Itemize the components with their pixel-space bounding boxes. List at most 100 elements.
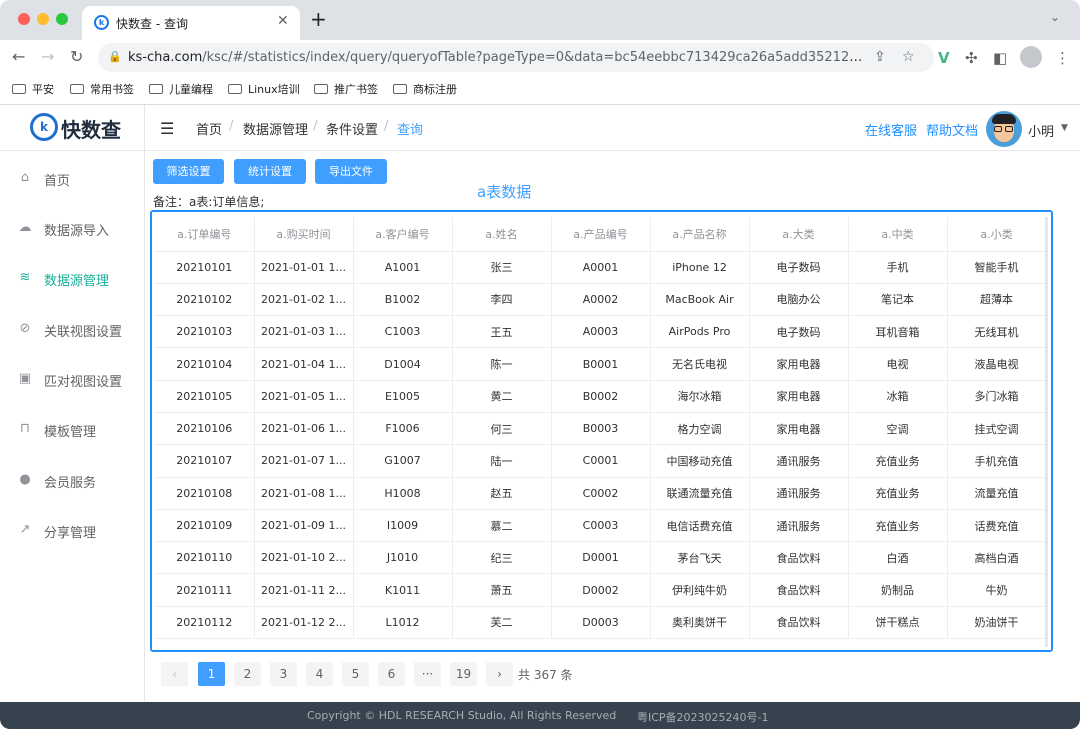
extensions-puzzle-icon[interactable]: ✣ [965, 49, 978, 67]
vertical-scrollbar[interactable] [1045, 217, 1048, 647]
sidebar-item-match-view[interactable]: ▣ 匹对视图设置 [0, 355, 145, 405]
next-page-button[interactable]: › [486, 662, 513, 686]
bookmark-star-icon[interactable]: ☆ [902, 49, 915, 65]
column-header[interactable]: a.产品编号 [551, 217, 651, 252]
tab-search-chevron-icon[interactable]: ⌄ [1050, 10, 1060, 24]
table-cell: B0001 [551, 347, 651, 381]
table-cell: J1010 [353, 541, 453, 575]
bag-icon: ⊓ [19, 421, 31, 436]
sidebar-item-datasource[interactable]: ≋ 数据源管理 [0, 254, 145, 304]
minimize-window-button[interactable] [37, 13, 49, 25]
breadcrumb-datasource[interactable]: 数据源管理 [243, 119, 308, 138]
back-arrow-icon[interactable]: ← [12, 47, 25, 66]
browser-tab[interactable]: k 快数查 - 查询 ✕ [82, 6, 300, 40]
column-header[interactable]: a.大类 [749, 217, 849, 252]
browser-menu-icon[interactable]: ⋮ [1055, 49, 1070, 67]
stats-settings-button[interactable]: 统计设置 [234, 159, 306, 184]
column-header[interactable]: a.产品名称 [650, 217, 750, 252]
bookmark-folder[interactable]: 儿童编程 [149, 81, 213, 97]
table-cell: 20210108 [155, 477, 255, 510]
table-row[interactable]: 20210108 2021-01-08 1... H1008 赵五 C0002 联通流量充… [155, 477, 1047, 510]
table-cell: 电视 [848, 347, 948, 381]
sidebar-item-templates[interactable]: ⊓ 模板管理 [0, 405, 145, 455]
table-row[interactable]: 20210111 2021-01-11 2... K1011 萧五 D0002 伊利纯牛奶… [155, 573, 1047, 607]
table-cell: 手机 [848, 251, 948, 284]
reload-icon[interactable]: ↻ [70, 47, 83, 66]
column-header[interactable]: a.姓名 [452, 217, 552, 252]
column-header[interactable]: a.客户编号 [353, 217, 453, 252]
column-header[interactable]: a.订单编号 [155, 217, 255, 252]
username[interactable]: 小明 [1028, 121, 1054, 140]
table-row[interactable]: 20210104 2021-01-04 1... D1004 陈一 B0001 无名氏电视… [155, 347, 1047, 381]
table-row[interactable]: 20210103 2021-01-03 1... C1003 王五 A0003 AirPo… [155, 315, 1047, 349]
vue-devtools-icon[interactable]: V [938, 49, 950, 67]
page-button-19[interactable]: 19 [450, 662, 477, 686]
online-service-link[interactable]: 在线客服 [865, 120, 917, 139]
page-button-3[interactable]: 3 [270, 662, 297, 686]
bookmark-folder[interactable]: 推广书签 [314, 81, 378, 97]
table-row[interactable]: 20210101 2021-01-01 1... A1001 张三 A0001 iPhon… [155, 251, 1047, 284]
prev-page-button[interactable]: ‹ [161, 662, 188, 686]
table-cell: 无名氏电视 [650, 347, 750, 381]
bookmark-folder[interactable]: 商标注册 [393, 81, 457, 97]
logo[interactable]: k 快数查 [0, 105, 145, 151]
page-button-5[interactable]: 5 [342, 662, 369, 686]
tab-close-icon[interactable]: ✕ [277, 13, 289, 29]
collapse-menu-icon[interactable]: ☰ [160, 119, 174, 138]
close-window-button[interactable] [18, 13, 30, 25]
table-cell: 无线耳机 [947, 315, 1047, 349]
table-cell: G1007 [353, 444, 453, 478]
share-page-icon[interactable]: ⇪ [874, 49, 886, 65]
side-panel-icon[interactable]: ◧ [993, 49, 1007, 67]
table-cell: 超薄本 [947, 283, 1047, 317]
table-cell: 笔记本 [848, 283, 948, 317]
footer: Copyright © HDL RESEARCH Studio, All Rig… [0, 702, 1080, 729]
bookmark-folder[interactable]: 常用书签 [70, 81, 134, 97]
sidebar-item-link-view[interactable]: ⊘ 关联视图设置 [0, 305, 145, 355]
new-tab-icon[interactable]: + [310, 9, 327, 29]
table-row[interactable]: 20210110 2021-01-10 2... J1010 纪三 D0001 茅台飞天食… [155, 541, 1047, 575]
more-pages-button[interactable]: ··· [414, 662, 441, 686]
tab-strip: k 快数查 - 查询 ✕ + ⌄ [0, 0, 1080, 40]
sidebar-item-home[interactable]: ⌂ 首页 [0, 154, 145, 204]
breadcrumb-conditions[interactable]: 条件设置 [326, 119, 378, 138]
lock-icon: 🔒 [108, 50, 122, 63]
data-table-viewport[interactable]: a.订单编号 a.购买时间 a.客户编号 a.姓名 a.产品编号 a.产品名称 a.大类 a.… [152, 212, 1050, 649]
export-file-button[interactable]: 导出文件 [315, 159, 387, 184]
breadcrumb-home[interactable]: 首页 [196, 119, 222, 138]
column-header[interactable]: a.购买时间 [254, 217, 354, 252]
page-button-6[interactable]: 6 [378, 662, 405, 686]
column-header[interactable]: a.中类 [848, 217, 948, 252]
address-bar[interactable]: 🔒 ks-cha.com/ksc/#/statistics/index/quer… [98, 43, 934, 72]
table-cell: 陈一 [452, 347, 552, 381]
sidebar-item-membership[interactable]: ● 会员服务 [0, 456, 145, 506]
table-cell: 2021-01-08 1... [254, 477, 354, 510]
filter-settings-button[interactable]: 筛选设置 [153, 159, 224, 184]
table-cell: 慕二 [452, 509, 552, 543]
table-cell: C0002 [551, 477, 651, 510]
table-cell: AirPods Pro [650, 315, 750, 349]
profile-avatar-icon[interactable] [1020, 46, 1042, 68]
user-icon: ● [19, 472, 31, 487]
bookmark-folder[interactable]: 平安 [12, 81, 54, 97]
table-row[interactable]: 20210106 2021-01-06 1... F1006 何三 B0003 格力空调家… [155, 412, 1047, 446]
zoom-window-button[interactable] [56, 13, 68, 25]
sidebar-item-share[interactable]: ↗ 分享管理 [0, 506, 145, 556]
page-button-4[interactable]: 4 [306, 662, 333, 686]
page-button-2[interactable]: 2 [234, 662, 261, 686]
help-docs-link[interactable]: 帮助文档 [926, 120, 978, 139]
table-row[interactable]: 20210109 2021-01-09 1... I1009 慕二 C0003 电信话费充… [155, 509, 1047, 543]
table-row[interactable]: 20210107 2021-01-07 1... G1007 陆一 C0001 中国移动充… [155, 444, 1047, 478]
icp-link[interactable]: 粤ICP备2023025240号-1 [637, 709, 769, 725]
table-row[interactable]: 20210102 2021-01-02 1... B1002 李四 A0002 MacBo… [155, 283, 1047, 317]
page-button-1[interactable]: 1 [198, 662, 225, 686]
table-cell: 家用电器 [749, 412, 849, 446]
column-header[interactable]: a.小类 [947, 217, 1047, 252]
forward-arrow-icon[interactable]: → [41, 47, 54, 66]
table-row[interactable]: 20210105 2021-01-05 1... E1005 黄二 B0002 海尔冰箱家… [155, 380, 1047, 413]
caret-down-icon[interactable]: ▼ [1061, 123, 1068, 133]
sidebar-item-import[interactable]: ☁ 数据源导入 [0, 204, 145, 254]
user-avatar[interactable] [986, 111, 1022, 147]
table-row[interactable]: 20210112 2021-01-12 2... L1012 芙二 D0003 奥利奥饼干… [155, 606, 1047, 640]
bookmark-folder[interactable]: Linux培训 [228, 81, 300, 97]
